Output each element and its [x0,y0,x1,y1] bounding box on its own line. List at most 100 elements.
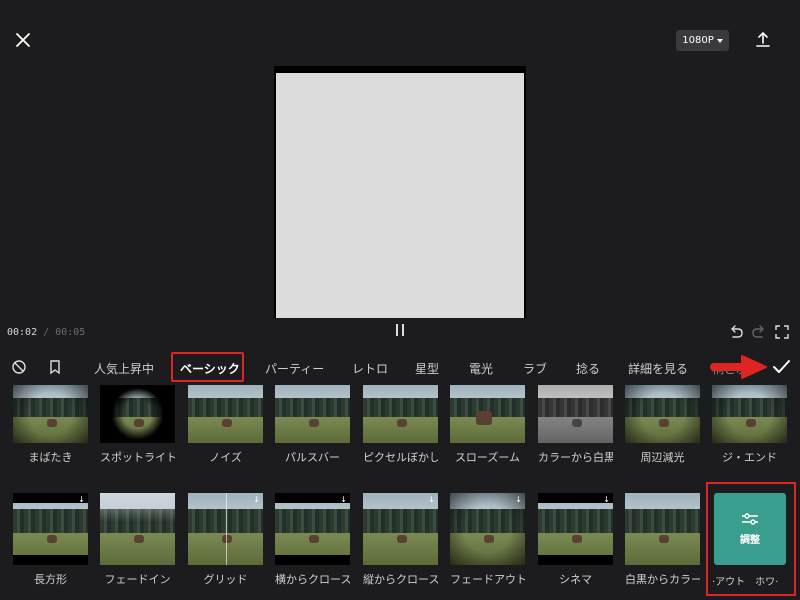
close-button[interactable] [12,29,34,51]
tab-love[interactable]: ラブ [523,360,547,377]
effect-label: まばたき [28,451,73,464]
effect-tile[interactable]: まばたき [13,385,88,465]
effect-thumbnail: ↓ [13,493,88,565]
effect-thumbnail [538,385,613,443]
effect-thumbnail [100,493,175,565]
category-bar: 人気上昇中 ベーシック パーティー レトロ 星型 電光 ラブ 捻る 詳細を見る … [0,350,800,384]
resolution-dropdown[interactable]: 1080P [676,30,729,51]
undo-icon [731,325,743,338]
tab-see-more[interactable]: 詳細を見る [628,360,688,377]
confirm-button[interactable] [770,357,792,377]
effect-thumbnail [625,385,700,443]
effect-thumbnail: ↓ [363,493,438,565]
pause-button[interactable] [393,324,407,340]
effect-thumbnail [275,385,350,443]
annotation-arrow [708,354,770,380]
effect-thumbnail [363,385,438,443]
effect-thumbnail [100,385,175,443]
tab-twist[interactable]: 捻る [576,360,600,377]
effect-tile[interactable]: ↓ フェードアウト [450,493,525,587]
effect-thumbnail: ↓ [450,493,525,565]
effect-label: 白黒からカラー [625,573,700,586]
effect-tile[interactable]: パルスバー [275,385,350,465]
effects-grid: まばたき スポットライト ノイズ パルスバー ピクセルぼかし スローズーム カラ… [0,385,800,600]
effect-label: グリッド [203,573,248,586]
effect-tile[interactable]: 白黒からカラー [625,493,700,587]
download-icon: ↓ [340,495,347,504]
redo-button[interactable] [751,324,767,340]
none-effect-button[interactable] [10,358,28,376]
effect-tile[interactable]: カラーから白黒 [538,385,613,465]
tab-popular[interactable]: 人気上昇中 [94,360,154,377]
effect-label: ノイズ [209,451,242,464]
tab-party[interactable]: パーティー [265,360,324,377]
caret-down-icon [716,38,723,43]
effect-label: スポットライト [100,451,175,464]
effect-tile[interactable]: ↓ シネマ [538,493,613,587]
export-icon [756,31,770,47]
effect-label: ピクセルぼかし [363,451,438,464]
arrow-right-icon [710,355,767,379]
redo-icon [752,325,764,338]
fullscreen-button[interactable] [774,324,790,340]
tab-star[interactable]: 星型 [415,360,439,377]
effect-tile[interactable]: スポットライト [100,385,175,465]
effect-tile[interactable]: スローズーム [450,385,525,465]
bookmark-icon [50,360,60,375]
pause-icon-bar [396,324,398,336]
effect-thumbnail [450,385,525,443]
effect-tile[interactable]: ピクセルぼかし [363,385,438,465]
adjust-button[interactable]: 調整 [714,493,786,565]
sliders-icon [742,513,758,525]
overlapped-effect-label: ·アウト ホワ· [712,577,779,588]
effect-label: フェードアウト [450,573,525,586]
effect-thumbnail [712,385,787,443]
effect-tile[interactable]: ↓ 横からクロース [275,493,350,587]
effect-tile[interactable]: 周辺減光 [625,385,700,465]
undo-button[interactable] [728,324,744,340]
video-preview [274,66,526,318]
export-button[interactable] [753,30,773,50]
fullscreen-icon [775,325,789,339]
effect-label: シネマ [559,573,592,586]
effect-label: フェードイン [104,573,171,586]
bookmark-button[interactable] [46,358,64,376]
tab-basic[interactable]: ベーシック [180,360,240,377]
prohibited-icon [12,360,26,374]
close-icon [16,33,30,47]
download-icon: ↓ [253,495,260,504]
resolution-label: 1080P [682,35,714,46]
current-time: 00:02 [7,327,38,338]
download-icon: ↓ [515,495,522,504]
tab-lightning[interactable]: 電光 [469,360,493,377]
effect-tile[interactable]: ノイズ [188,385,263,465]
effect-thumbnail: ↓ [188,493,263,565]
effect-label: パルスバー [285,451,340,464]
effect-thumbnail [13,385,88,443]
effect-thumbnail [188,385,263,443]
tab-retro[interactable]: レトロ [352,360,388,377]
effect-label: カラーから白黒 [538,451,613,464]
download-icon: ↓ [603,495,610,504]
playback-time: 00:02 / 00:05 [7,327,85,338]
effect-label: 長方形 [34,573,67,586]
pause-icon-bar [402,324,404,336]
effect-tile[interactable]: ↓ 長方形 [13,493,88,587]
effect-label: 横からクロース [275,573,350,586]
time-separator: / [43,327,50,338]
effect-label: 縦からクロース [363,573,438,586]
adjust-label: 調整 [740,535,760,546]
effect-label: ジ・エンド [722,451,777,464]
download-icon: ↓ [428,495,435,504]
effect-label: 周辺減光 [640,451,685,464]
total-time: 00:05 [55,327,86,338]
effect-thumbnail [625,493,700,565]
effect-tile[interactable]: ↓ 縦からクロース [363,493,438,587]
download-icon: ↓ [78,495,85,504]
preview-frame [276,73,524,318]
effect-thumbnail: ↓ [275,493,350,565]
effect-tile[interactable]: ジ・エンド [712,385,787,465]
effect-thumbnail: ↓ [538,493,613,565]
effect-tile[interactable]: フェードイン [100,493,175,587]
effect-tile[interactable]: ↓ グリッド [188,493,263,587]
